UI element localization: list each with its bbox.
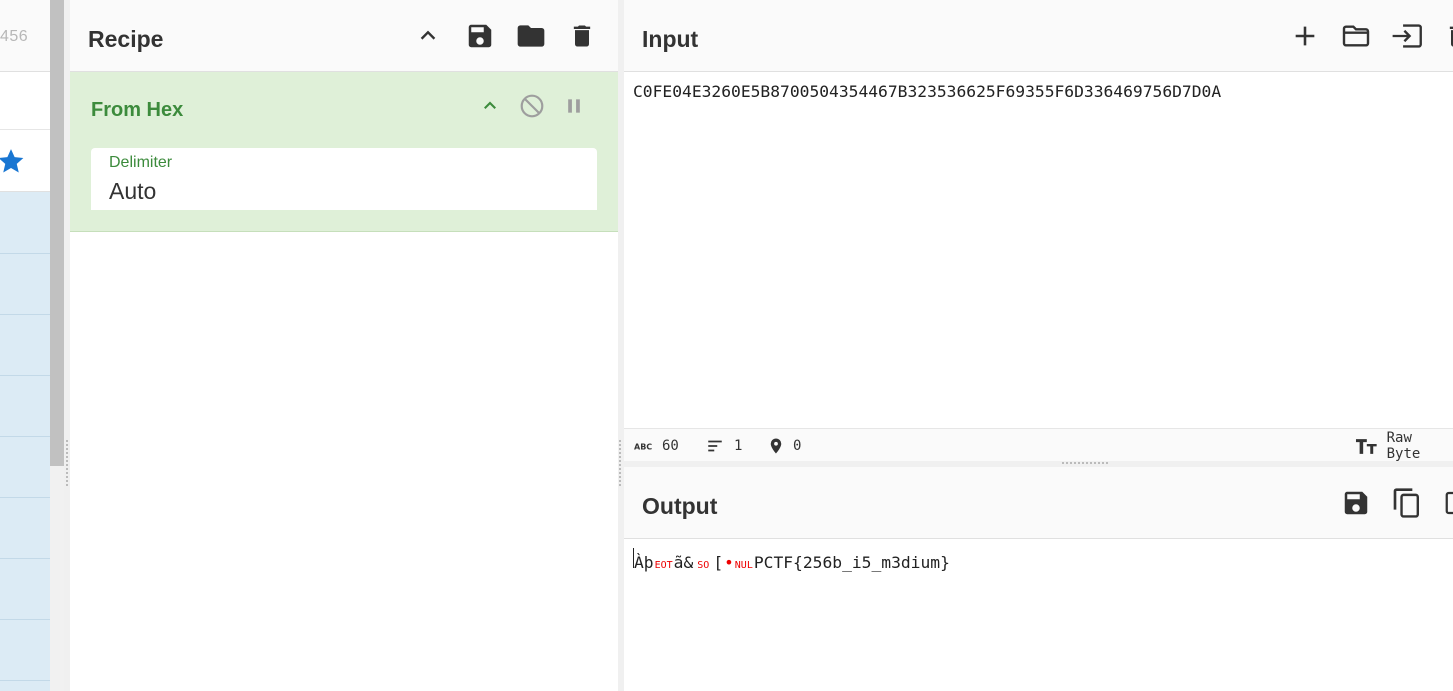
output-text-segment: PCTF{256b_i5_m3dium} [753, 553, 950, 572]
delimiter-label: Delimiter [109, 154, 173, 171]
collapse-operation-button[interactable] [476, 92, 504, 120]
control-char-so: SO [697, 560, 710, 571]
trash-icon [573, 25, 591, 47]
delimiter-value[interactable]: Auto [109, 178, 156, 205]
location-pin-icon [770, 438, 782, 453]
control-char-nul: NUL [734, 560, 753, 571]
load-recipe-button[interactable] [513, 18, 549, 54]
operations-row[interactable] [0, 72, 50, 130]
open-folder-button[interactable] [1336, 16, 1376, 56]
breakpoint-button[interactable] [560, 92, 588, 120]
import-icon [1445, 491, 1453, 515]
add-input-tab-button[interactable] [1285, 16, 1325, 56]
input-encoding-button[interactable]: Raw Byte [1355, 429, 1453, 462]
folder-icon [517, 25, 545, 47]
input-lines-value: 1 [734, 437, 743, 454]
star-icon [0, 149, 24, 173]
operations-scrollbar[interactable] [50, 0, 64, 691]
lines-icon [708, 440, 722, 451]
chevron-up-icon [484, 101, 496, 109]
operations-list [0, 192, 50, 691]
delimiter-field[interactable]: Delimiter Auto [91, 148, 597, 210]
output-text-segment: ã& [673, 553, 694, 572]
recipe-header: Recipe [70, 0, 618, 72]
svg-text:ABC: ABC [634, 442, 652, 451]
favourites-category[interactable] [0, 130, 50, 192]
input-lines: 1 [704, 429, 742, 462]
input-encoding-value: Raw Byte [1386, 429, 1421, 462]
output-textarea[interactable]: Àþ EOT ã& SO[• NUL PCTF{256b_i5_m3dium} [633, 548, 950, 572]
input-title: Input [642, 26, 699, 52]
recipe-operation-from-hex[interactable]: From Hex Delimiter Auto [70, 72, 618, 232]
pause-icon [568, 99, 580, 113]
disable-operation-button[interactable] [518, 92, 546, 120]
output-text-segment: [ [713, 553, 724, 572]
input-length-value: 60 [662, 437, 679, 454]
recipe-panel: Recipe From Hex Delimiter Auto [70, 0, 618, 691]
control-char-eot: EOT [654, 560, 673, 571]
io-panel: Input C0FE04E3260E5B8700504354467B323536… [624, 0, 1453, 691]
open-file-button[interactable] [1387, 16, 1427, 56]
save-icon [1344, 491, 1368, 515]
input-status-bar: ABC 60 1 0 Raw Byte [624, 428, 1453, 462]
disable-icon [520, 94, 544, 118]
text-size-icon [1355, 438, 1377, 454]
collapse-all-button[interactable] [410, 18, 446, 54]
recipe-title: Recipe [88, 26, 164, 52]
input-header: Input [624, 0, 1453, 72]
clear-recipe-button[interactable] [564, 18, 600, 54]
input-position-value: 0 [793, 437, 802, 454]
abc-icon: ABC [634, 442, 652, 451]
control-char-marker: • [724, 553, 734, 572]
save-recipe-button[interactable] [462, 18, 498, 54]
operation-name: From Hex [91, 99, 184, 121]
input-position: 0 [767, 429, 801, 462]
import-icon [1392, 24, 1422, 48]
input-length: ABC 60 [634, 429, 679, 462]
output-header: Output [624, 467, 1453, 539]
save-output-button[interactable] [1336, 483, 1376, 523]
clear-input-button[interactable] [1438, 16, 1453, 56]
cyberchef-window: 456 Recipe From Hex Delimiter Auto Input… [0, 0, 1453, 691]
output-title: Output [642, 493, 718, 519]
chevron-up-icon [420, 30, 436, 40]
save-icon [468, 24, 492, 48]
plus-icon [1295, 26, 1315, 46]
trash-icon [1449, 26, 1453, 47]
folder-icon [1342, 25, 1370, 47]
operations-search-area[interactable]: 456 [0, 0, 50, 72]
operations-search-text: 456 [0, 28, 29, 45]
replace-input-button[interactable] [1438, 483, 1453, 523]
copy-output-button[interactable] [1387, 483, 1427, 523]
scrollbar-thumb[interactable] [50, 0, 64, 466]
input-textarea[interactable]: C0FE04E3260E5B8700504354467B323536625F69… [633, 82, 1221, 101]
operations-panel: 456 [0, 0, 50, 691]
copy-icon [1393, 488, 1419, 518]
output-text-segment: Àþ [634, 553, 654, 572]
